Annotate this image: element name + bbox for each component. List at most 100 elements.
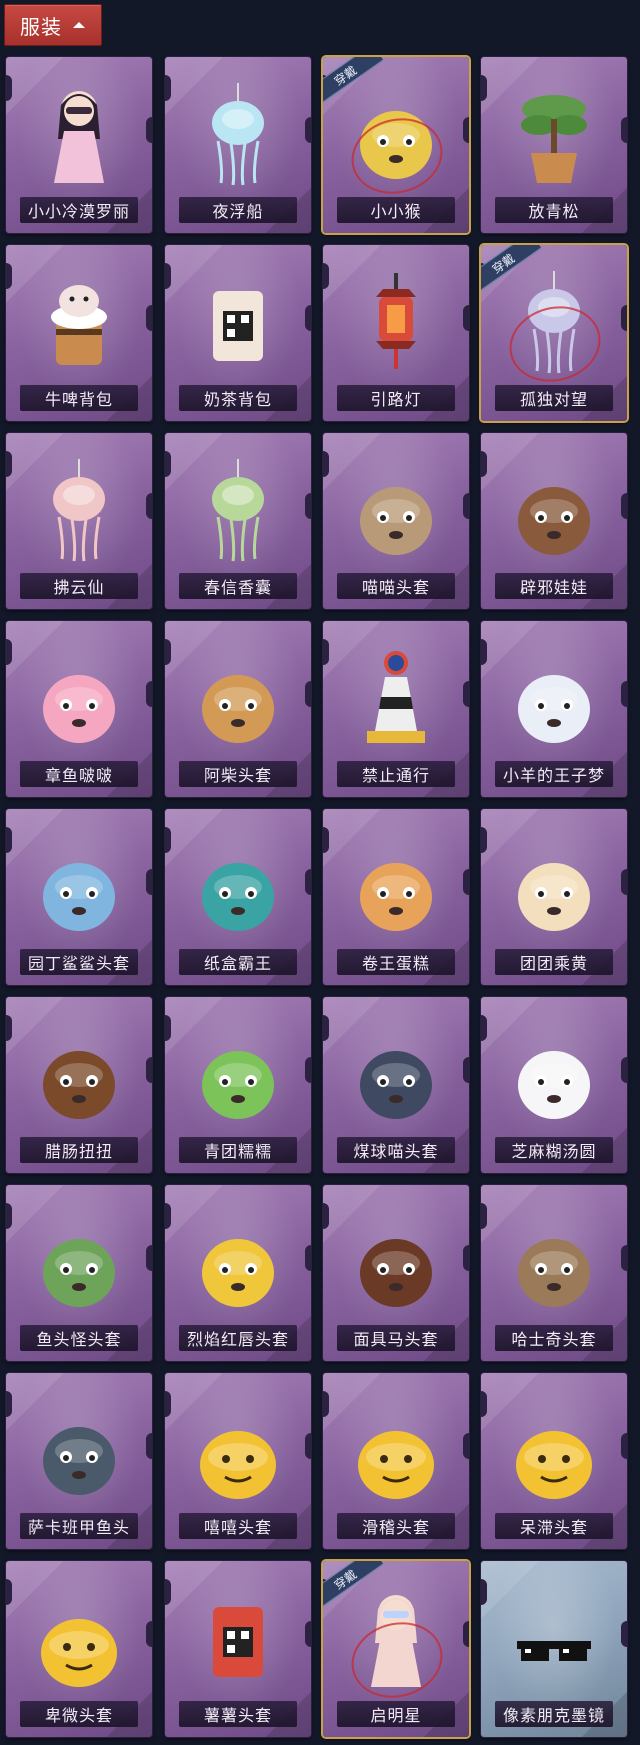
jellyfish-icon (212, 83, 264, 186)
outfit-card[interactable]: 阿柴头套 (165, 621, 311, 797)
dachshund-icon (34, 1019, 124, 1129)
outfit-card-label: 鱼头怪头套 (20, 1325, 138, 1351)
dachshund-icon (43, 1051, 115, 1119)
card-notch (481, 1391, 487, 1417)
outfit-card[interactable]: 青团糯糯 (165, 997, 311, 1173)
outfit-card[interactable]: 面具马头套 (323, 1185, 469, 1361)
stare-emoji-icon (509, 1395, 599, 1505)
outfit-card[interactable]: 牛啤背包 (6, 245, 152, 421)
outfit-card-label: 像素朋克墨镜 (495, 1701, 613, 1727)
sheep-crown-icon (509, 643, 599, 753)
horse-mask-icon (360, 1239, 432, 1307)
card-notch (165, 451, 171, 477)
outfit-card[interactable]: 卷王蛋糕 (323, 809, 469, 985)
outfit-card[interactable]: 喵喵头套 (323, 433, 469, 609)
card-notch (6, 263, 12, 289)
outfit-card[interactable]: 禁止通行 (323, 621, 469, 797)
pikachu-head-icon (202, 1239, 274, 1307)
monkey-icon (360, 111, 432, 179)
outfit-card[interactable]: 烈焰红唇头套 (165, 1185, 311, 1361)
outfit-card[interactable]: 夜浮船 (165, 57, 311, 233)
bonsai-pine-icon (509, 79, 599, 189)
tangyuan-icon (518, 1051, 590, 1119)
outfit-card[interactable]: 穿戴 启明星 (323, 1561, 469, 1737)
outfit-card[interactable]: 拂云仙 (6, 433, 152, 609)
card-notch (146, 1245, 152, 1271)
green-dumpling-icon (202, 1051, 274, 1119)
outfit-card[interactable]: 卑微头套 (6, 1561, 152, 1737)
card-notch (6, 827, 12, 853)
card-notch (165, 263, 171, 289)
outfit-card[interactable]: 放青松 (481, 57, 627, 233)
card-notch (6, 451, 12, 477)
octopus-icon (43, 675, 115, 743)
outfit-card[interactable]: 穿戴 小小猴 (323, 57, 469, 233)
outfit-card[interactable]: 鱼头怪头套 (6, 1185, 152, 1361)
outfit-card[interactable]: 小小冷漠罗丽 (6, 57, 152, 233)
outfit-card[interactable]: 团团乘黄 (481, 809, 627, 985)
jellyfish-icon (193, 79, 283, 189)
outfit-card-label: 青团糯糯 (179, 1137, 297, 1163)
outfit-card[interactable]: 嘻嘻头套 (165, 1373, 311, 1549)
outfit-card-label: 小小冷漠罗丽 (20, 197, 138, 223)
card-notch (463, 305, 469, 331)
card-notch (621, 117, 627, 143)
outfit-card[interactable]: 腊肠扭扭 (6, 997, 152, 1173)
outfit-card[interactable]: 章鱼啵啵 (6, 621, 152, 797)
card-notch (165, 1203, 171, 1229)
outfit-card-label: 呆滞头套 (495, 1513, 613, 1539)
outfit-card-label: 腊肠扭扭 (20, 1137, 138, 1163)
green-dumpling-icon (193, 1019, 283, 1129)
card-notch (621, 1621, 627, 1647)
outfit-card-label: 哈士奇头套 (495, 1325, 613, 1351)
fairy-charm-icon (34, 455, 124, 565)
outfit-card[interactable]: 穿戴 孤独对望 (481, 245, 627, 421)
outfit-card[interactable]: 辟邪娃娃 (481, 433, 627, 609)
pixel-sunglasses-icon (517, 1641, 591, 1661)
sheep-crown-icon (518, 675, 590, 743)
husky-head-icon (509, 1207, 599, 1317)
outfit-card[interactable]: 薯薯头套 (165, 1561, 311, 1737)
card-notch (6, 1203, 12, 1229)
outfit-card-label: 喵喵头套 (337, 573, 455, 599)
outfit-card-label: 拂云仙 (20, 573, 138, 599)
smirk-emoji-icon (358, 1431, 434, 1499)
outfit-card[interactable]: 奶茶背包 (165, 245, 311, 421)
card-notch (305, 305, 311, 331)
outfit-card[interactable]: 滑稽头套 (323, 1373, 469, 1549)
card-notch (305, 1621, 311, 1647)
outfit-card[interactable]: 小羊的王子梦 (481, 621, 627, 797)
timid-emoji-icon (41, 1619, 117, 1687)
outfit-card[interactable]: 芝麻糊汤圆 (481, 997, 627, 1173)
monkey-icon (351, 79, 441, 189)
sticker-box-icon (213, 1607, 263, 1677)
outfit-card[interactable]: 哈士奇头套 (481, 1185, 627, 1361)
card-notch (463, 493, 469, 519)
stare-emoji-icon (516, 1431, 592, 1499)
tangyuan-icon (509, 1019, 599, 1129)
outfit-card[interactable]: 引路灯 (323, 245, 469, 421)
fairy-charm-icon (53, 459, 105, 562)
charm-figure-icon (528, 271, 580, 374)
outfit-card-label: 烈焰红唇头套 (179, 1325, 297, 1351)
octopus-icon (34, 643, 124, 753)
outfit-card[interactable]: 煤球喵头套 (323, 997, 469, 1173)
outfit-card-label: 春信香囊 (179, 573, 297, 599)
outfit-card[interactable]: 呆滞头套 (481, 1373, 627, 1549)
cream-creature-icon (509, 831, 599, 941)
shark-head-icon (34, 831, 124, 941)
outfit-card-label: 纸盒霸王 (179, 949, 297, 975)
outfit-card[interactable]: 春信香囊 (165, 433, 311, 609)
card-notch (463, 1245, 469, 1271)
outfit-card[interactable]: 萨卡班甲鱼头 (6, 1373, 152, 1549)
outfit-card[interactable]: 纸盒霸王 (165, 809, 311, 985)
timid-emoji-icon (34, 1583, 124, 1693)
outfit-card[interactable]: 像素朋克墨镜 (481, 1561, 627, 1737)
outfit-card-label: 煤球喵头套 (337, 1137, 455, 1163)
outfit-card[interactable]: 园丁鲨鲨头套 (6, 809, 152, 985)
card-notch (621, 1433, 627, 1459)
lantern-icon (351, 267, 441, 377)
doll-icon (54, 91, 104, 183)
card-notch (463, 1433, 469, 1459)
sachet-icon (212, 459, 264, 562)
